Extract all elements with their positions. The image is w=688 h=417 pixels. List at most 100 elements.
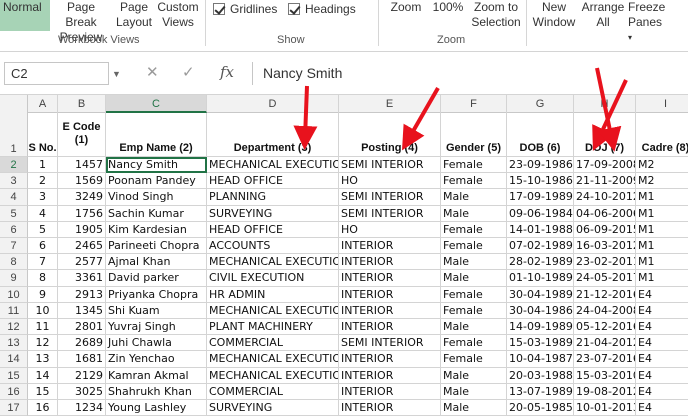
cell-ecode[interactable]: 2801 — [58, 319, 106, 336]
cell-cadre[interactable]: M2 — [636, 173, 688, 190]
row-header[interactable]: 5 — [0, 205, 28, 222]
cell-doj[interactable]: 21-12-2016 — [574, 286, 636, 303]
column-header-g[interactable]: G — [507, 95, 574, 113]
cell-cadre[interactable]: E4 — [636, 335, 688, 352]
cell-dob[interactable]: 14-01-1988 — [507, 221, 574, 238]
cell-department[interactable]: MECHANICAL EXECUTION — [207, 367, 339, 384]
cell-posting[interactable]: HO — [339, 221, 441, 238]
row-header[interactable]: 10 — [0, 286, 28, 303]
cell-gender[interactable]: Male — [441, 383, 507, 400]
header-cell-posting[interactable]: Posting (4) — [339, 113, 441, 157]
cell-emp-name[interactable]: Poonam Pandey — [106, 173, 207, 190]
cell-sno[interactable]: 5 — [28, 221, 58, 238]
cell-gender[interactable]: Female — [441, 286, 507, 303]
formula-input[interactable]: Nancy Smith — [252, 62, 688, 85]
cell-emp-name[interactable]: Sachin Kumar — [106, 205, 207, 222]
cell-department[interactable]: SURVEYING — [207, 205, 339, 222]
cell-gender[interactable]: Male — [441, 367, 507, 384]
cell-cadre[interactable]: E4 — [636, 368, 688, 384]
cell-posting[interactable]: INTERIOR — [339, 302, 441, 319]
cell-posting[interactable]: INTERIOR — [339, 351, 441, 368]
cell-sno[interactable]: 1 — [28, 157, 58, 174]
gridlines-checkbox[interactable]: Gridlines — [213, 2, 277, 16]
cell-posting[interactable]: INTERIOR — [339, 367, 441, 384]
chevron-down-icon[interactable]: ▼ — [112, 69, 121, 79]
column-header-e[interactable]: E — [339, 95, 441, 113]
cell-posting[interactable]: HO — [339, 173, 441, 190]
cell-sno[interactable]: 16 — [28, 400, 58, 417]
row-header[interactable]: 2 — [0, 157, 28, 174]
cell-gender[interactable]: Male — [441, 400, 507, 417]
zoom-button[interactable]: Zoom — [386, 0, 426, 15]
cell-sno[interactable]: 6 — [28, 238, 58, 255]
cell-cadre[interactable]: M1 — [636, 206, 688, 222]
cell-dob[interactable]: 07-02-1989 — [507, 238, 574, 255]
column-header-h[interactable]: H — [574, 95, 636, 113]
cell-ecode[interactable]: 1457 — [58, 157, 106, 174]
cell-ecode[interactable]: 3361 — [58, 270, 106, 287]
cell-ecode[interactable]: 2913 — [58, 286, 106, 303]
row-header[interactable]: 8 — [0, 254, 28, 271]
cell-emp-name[interactable]: Parineeti Chopra — [106, 238, 207, 255]
cell-dob[interactable]: 23-09-1986 — [507, 157, 574, 174]
header-cell-emp-name[interactable]: Emp Name (2) — [106, 113, 207, 157]
cell-dob[interactable]: 28-02-1989 — [507, 254, 574, 271]
cell-doj[interactable]: 06-09-2015 — [574, 221, 636, 238]
cell-posting[interactable]: INTERIOR — [339, 319, 441, 336]
cell-doj[interactable]: 19-08-2012 — [574, 383, 636, 400]
cell-sno[interactable]: 13 — [28, 351, 58, 368]
cell-emp-name[interactable]: Shi Kuam — [106, 302, 207, 319]
cell-posting[interactable]: INTERIOR — [339, 383, 441, 400]
cell-doj[interactable]: 16-03-2012 — [574, 238, 636, 255]
cell-ecode[interactable]: 3249 — [58, 189, 106, 206]
cell-dob[interactable]: 20-03-1988 — [507, 367, 574, 384]
cell-department[interactable]: ACCOUNTS — [207, 238, 339, 255]
cell-gender[interactable]: Female — [441, 238, 507, 255]
cell-posting[interactable]: INTERIOR — [339, 270, 441, 287]
cell-posting[interactable]: INTERIOR — [339, 238, 441, 255]
cell-emp-name[interactable]: Young Lashley — [106, 400, 207, 417]
column-header-f[interactable]: F — [441, 95, 507, 113]
cell-department[interactable]: SURVEYING — [207, 400, 339, 417]
name-box[interactable]: C2 — [4, 62, 109, 85]
row-header[interactable]: 7 — [0, 238, 28, 255]
cell-department[interactable]: MECHANICAL EXECUTION — [207, 157, 339, 174]
cell-ecode[interactable]: 1569 — [58, 173, 106, 190]
cell-doj[interactable]: 10-01-2013 — [574, 400, 636, 417]
cell-department[interactable]: HEAD OFFICE — [207, 221, 339, 238]
cell-doj[interactable]: 17-09-2008 — [574, 157, 636, 174]
cell-dob[interactable]: 01-10-1989 — [507, 270, 574, 287]
row-header[interactable]: 4 — [0, 189, 28, 206]
cell-cadre[interactable]: M1 — [636, 254, 688, 271]
cell-emp-name[interactable]: Priyanka Chopra — [106, 286, 207, 303]
cell-dob[interactable]: 10-04-1987 — [507, 351, 574, 368]
cell-cadre[interactable]: M1 — [636, 189, 688, 206]
row-header[interactable]: 11 — [0, 302, 28, 319]
cell-sno[interactable]: 9 — [28, 286, 58, 303]
header-cell-sno[interactable]: S No. — [28, 113, 58, 157]
cell-sno[interactable]: 11 — [28, 319, 58, 336]
header-cell-gender[interactable]: Gender (5) — [441, 113, 507, 157]
cell-sno[interactable]: 7 — [28, 254, 58, 271]
cell-doj[interactable]: 05-12-2016 — [574, 319, 636, 336]
cell-posting[interactable]: SEMI INTERIOR — [339, 205, 441, 222]
cell-department[interactable]: PLANT MACHINERY — [207, 319, 339, 336]
cell-department[interactable]: HR ADMIN — [207, 286, 339, 303]
custom-views-button[interactable]: Custom Views — [155, 0, 201, 30]
cell-emp-name[interactable]: Shahrukh Khan — [106, 383, 207, 400]
cell-posting[interactable]: INTERIOR — [339, 400, 441, 417]
cell-emp-name[interactable]: Zin Yenchao — [106, 351, 207, 368]
cell-doj[interactable]: 24-04-2008 — [574, 302, 636, 319]
cell-department[interactable]: COMMERCIAL — [207, 335, 339, 352]
cell-gender[interactable]: Female — [441, 351, 507, 368]
cell-ecode[interactable]: 1681 — [58, 351, 106, 368]
cell-department[interactable]: MECHANICAL EXECUTION — [207, 254, 339, 271]
cell-sno[interactable]: 14 — [28, 367, 58, 384]
cell-sno[interactable]: 12 — [28, 335, 58, 352]
cell-department[interactable]: HEAD OFFICE — [207, 173, 339, 190]
cell-department[interactable]: PLANNING — [207, 189, 339, 206]
cell-gender[interactable]: Female — [441, 157, 507, 174]
cell-gender[interactable]: Female — [441, 221, 507, 238]
cell-sno[interactable]: 3 — [28, 189, 58, 206]
cell-dob[interactable]: 15-10-1986 — [507, 173, 574, 190]
